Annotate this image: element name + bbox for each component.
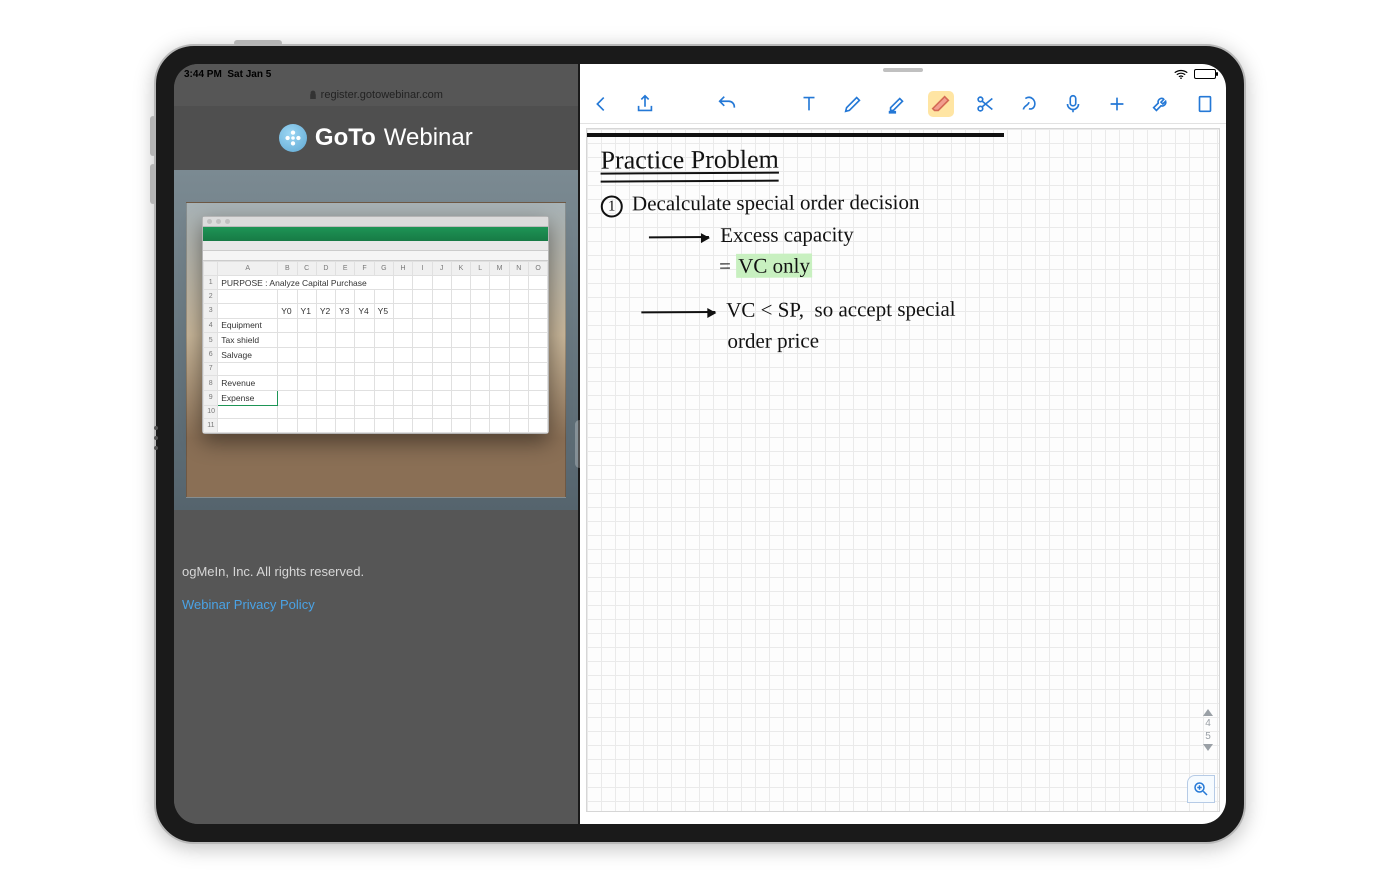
page-button[interactable] xyxy=(1192,91,1218,117)
multitask-grabber-icon[interactable] xyxy=(883,68,923,72)
ipad-frame: 3:44 PM Sat Jan 5 register.gotowebinar.c… xyxy=(154,44,1246,844)
footer-privacy-link[interactable]: Webinar Privacy Policy xyxy=(182,597,578,612)
pen-tool-button[interactable] xyxy=(840,91,866,117)
note-line-3-highlight: VC only xyxy=(736,253,812,277)
equals-sign: = xyxy=(719,254,731,278)
battery-icon xyxy=(1194,69,1216,79)
lock-icon xyxy=(309,90,317,100)
highlighter-tool-button[interactable] xyxy=(884,91,910,117)
text-tool-button[interactable] xyxy=(796,91,822,117)
excel-purpose: PURPOSE : Analyze Capital Purchase xyxy=(218,275,394,290)
back-button[interactable] xyxy=(588,91,614,117)
page-number-bottom: 5 xyxy=(1205,731,1211,742)
ipad-power-button xyxy=(234,40,282,46)
note-line-4a: VC < SP, xyxy=(726,297,804,321)
page-scroll-indicator[interactable]: 4 5 xyxy=(1199,709,1217,751)
excel-titlebar xyxy=(203,217,548,227)
page-down-icon[interactable] xyxy=(1203,744,1213,751)
note-line-4b: so accept special xyxy=(814,296,955,321)
split-view-divider[interactable] xyxy=(578,64,580,824)
undo-button[interactable] xyxy=(714,91,740,117)
split-handle-icon[interactable] xyxy=(575,420,584,468)
webinar-hero: A BC DE FG HI JK LM NO 1PURPOSE : Analyz… xyxy=(174,170,578,510)
mic-button[interactable] xyxy=(1060,91,1086,117)
webinar-page: GoTo Webinar xyxy=(174,106,578,824)
safari-url-text: register.gotowebinar.com xyxy=(321,89,443,101)
footer-rights: ogMeIn, Inc. All rights reserved. xyxy=(182,564,578,579)
excel-window: A BC DE FG HI JK LM NO 1PURPOSE : Analyz… xyxy=(202,216,549,434)
note-line-2: Excess capacity xyxy=(720,222,854,247)
scissors-tool-button[interactable] xyxy=(972,91,998,117)
ruler-marker xyxy=(587,133,1004,137)
excel-ribbon xyxy=(203,227,548,241)
ipad-volume-down xyxy=(150,164,156,204)
note-canvas[interactable]: Practice Problem 1 Decalculate special o… xyxy=(586,128,1220,812)
list-number-1: 1 xyxy=(601,195,623,217)
brand-bold: GoTo xyxy=(315,124,376,152)
status-bar-right xyxy=(580,64,1226,84)
webinar-footer: ogMeIn, Inc. All rights reserved. Webina… xyxy=(174,510,578,612)
brand-light: Webinar xyxy=(384,124,473,152)
status-time: 3:44 PM Sat Jan 5 xyxy=(184,69,271,80)
webinar-brand-header: GoTo Webinar xyxy=(174,106,578,170)
notes-pane: Practice Problem 1 Decalculate special o… xyxy=(580,64,1226,824)
excel-formula-bar xyxy=(203,251,548,261)
note-title: Practice Problem xyxy=(600,140,779,183)
safari-pane: 3:44 PM Sat Jan 5 register.gotowebinar.c… xyxy=(174,64,578,824)
zoom-button[interactable] xyxy=(1187,775,1215,803)
arrow-icon xyxy=(649,236,709,238)
ipad-volume-up xyxy=(150,116,156,156)
ipad-speaker-dots xyxy=(154,426,158,486)
page-up-icon[interactable] xyxy=(1203,709,1213,716)
share-button[interactable] xyxy=(632,91,658,117)
status-bar-left: 3:44 PM Sat Jan 5 xyxy=(174,64,578,84)
wifi-icon xyxy=(1174,69,1188,79)
excel-toolbar xyxy=(203,241,548,251)
home-indicator[interactable] xyxy=(580,814,820,818)
page-number-top: 4 xyxy=(1205,718,1211,729)
eraser-tool-button[interactable] xyxy=(928,91,954,117)
add-button[interactable] xyxy=(1104,91,1130,117)
gotowebinar-logo-icon xyxy=(279,124,307,152)
lasso-tool-button[interactable] xyxy=(1016,91,1042,117)
safari-url-bar[interactable]: register.gotowebinar.com xyxy=(174,84,578,106)
notes-toolbar xyxy=(580,84,1226,124)
zoom-in-icon xyxy=(1192,780,1210,798)
ipad-screen: 3:44 PM Sat Jan 5 register.gotowebinar.c… xyxy=(174,64,1226,824)
arrow-icon xyxy=(641,311,715,313)
handwritten-content: Practice Problem 1 Decalculate special o… xyxy=(600,137,1209,358)
excel-grid: A BC DE FG HI JK LM NO 1PURPOSE : Analyz… xyxy=(203,261,548,433)
note-line-5: order price xyxy=(727,328,819,352)
excel-selected-cell: Expense xyxy=(218,390,278,405)
note-line-1: Decalculate special order decision xyxy=(632,190,920,216)
settings-wrench-button[interactable] xyxy=(1148,91,1174,117)
